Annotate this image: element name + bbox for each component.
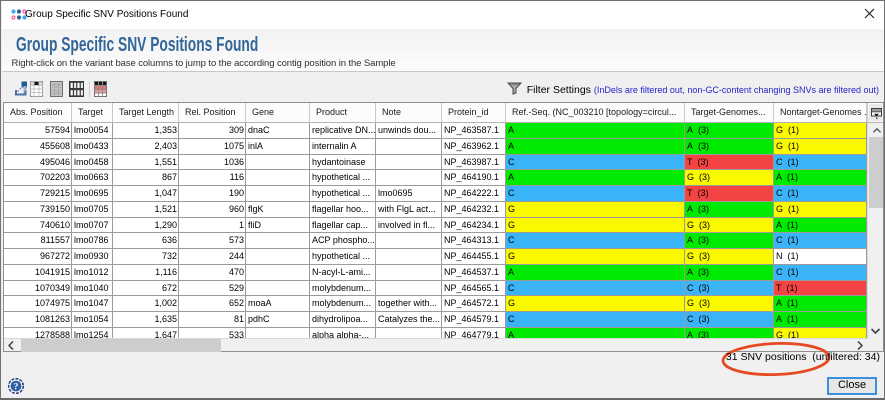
svg-text:?: ? <box>14 383 19 393</box>
